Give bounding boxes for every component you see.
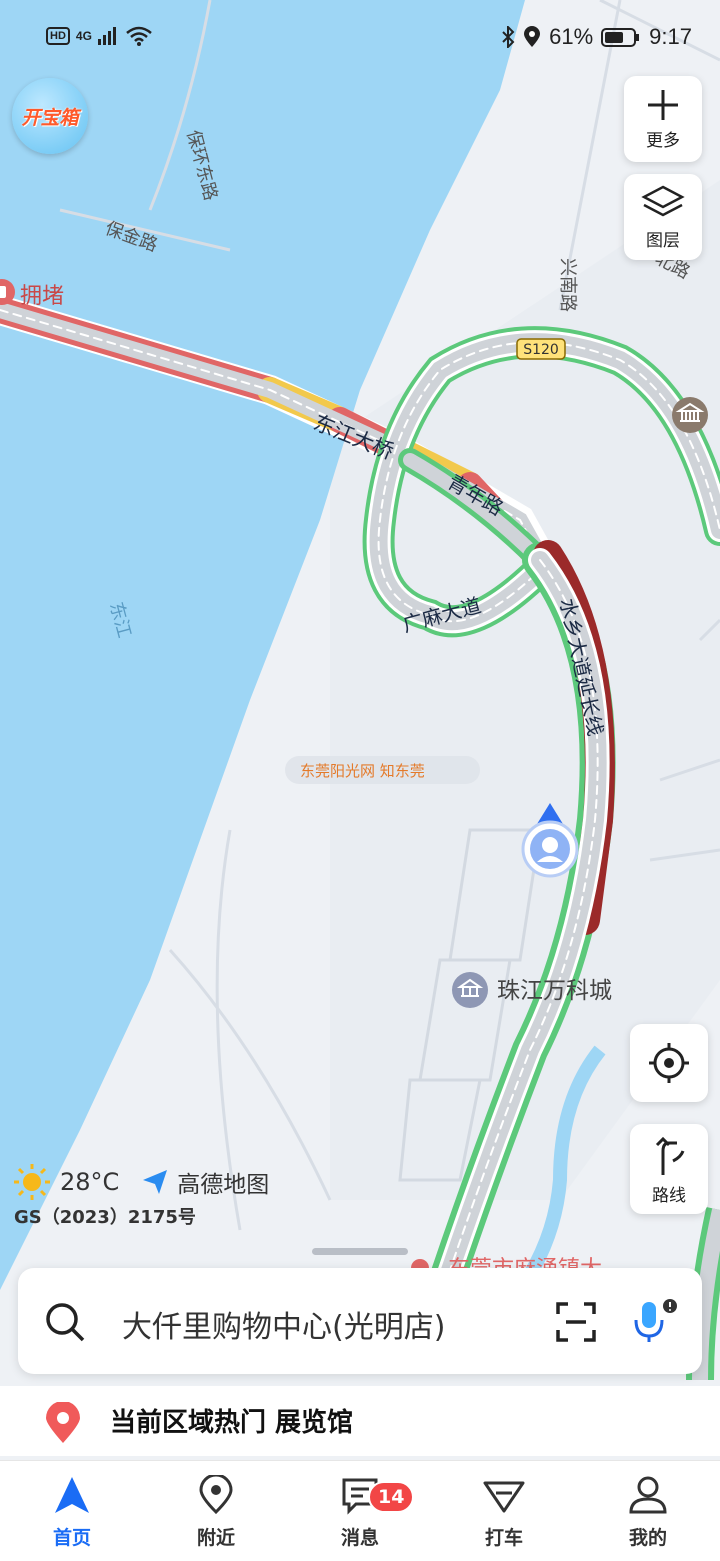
status-bar: HD 4G 61% 9:17 bbox=[0, 22, 720, 58]
tab-messages[interactable]: 消息 14 bbox=[300, 1475, 420, 1550]
treasure-chest-button[interactable]: 开宝箱 bbox=[12, 78, 88, 154]
map-provider: 高德地图 bbox=[177, 1172, 270, 1198]
weather-bar: 28°C 高德地图 bbox=[12, 1162, 269, 1202]
tab-nearby-label: 附近 bbox=[196, 1527, 235, 1549]
highway-label: S120 bbox=[523, 342, 559, 358]
tab-taxi[interactable]: 打车 bbox=[444, 1475, 564, 1550]
treasure-label: 开宝箱 bbox=[21, 106, 79, 129]
navigation-arrow-icon bbox=[55, 1477, 89, 1513]
battery-icon bbox=[601, 28, 640, 47]
tab-nearby[interactable]: 附近 bbox=[156, 1473, 276, 1550]
map-license: GS（2023）2175号 bbox=[14, 1207, 196, 1228]
hot-area-text: 当前区域热门 展览馆 bbox=[110, 1408, 354, 1438]
tab-profile[interactable]: 我的 bbox=[588, 1475, 708, 1550]
sheet-drag-handle[interactable] bbox=[312, 1248, 408, 1255]
more-label: 更多 bbox=[646, 130, 680, 151]
layers-button[interactable]: 图层 bbox=[624, 174, 702, 260]
poi-label[interactable]: 珠江万科城 bbox=[497, 978, 612, 1004]
more-button[interactable]: 更多 bbox=[624, 76, 702, 162]
temperature: 28°C bbox=[60, 1168, 120, 1196]
hd-icon: HD bbox=[46, 27, 70, 45]
location-icon bbox=[524, 26, 541, 47]
route-label: 路线 bbox=[652, 1185, 686, 1206]
plus-icon bbox=[648, 89, 678, 120]
bluetooth-icon bbox=[502, 26, 515, 48]
bottom-tab-bar: 首页 附近 消息 14 打车 我的 bbox=[0, 1460, 720, 1561]
tab-messages-label: 消息 bbox=[340, 1527, 379, 1549]
signal-icon bbox=[97, 27, 116, 45]
locate-button[interactable] bbox=[630, 1024, 708, 1102]
search-bar[interactable]: 大仟里购物中心(光明店) bbox=[18, 1268, 702, 1374]
layers-label: 图层 bbox=[646, 230, 680, 251]
search-icon bbox=[46, 1303, 85, 1342]
scan-icon[interactable] bbox=[556, 1302, 596, 1342]
route-button[interactable]: 路线 bbox=[630, 1124, 708, 1214]
taxi-icon bbox=[483, 1481, 525, 1513]
clock: 9:17 bbox=[649, 24, 692, 49]
tab-profile-label: 我的 bbox=[628, 1527, 667, 1549]
wifi-icon bbox=[126, 26, 152, 46]
location-pin-icon bbox=[199, 1473, 233, 1515]
battery-percent: 61% bbox=[549, 24, 594, 49]
tab-home[interactable]: 首页 bbox=[12, 1475, 132, 1550]
amap-logo-icon bbox=[143, 1170, 168, 1194]
congestion-label: 拥堵 bbox=[20, 284, 64, 309]
tab-home-label: 首页 bbox=[52, 1527, 91, 1549]
route-icon bbox=[655, 1136, 685, 1175]
message-count-badge: 14 bbox=[368, 1481, 415, 1513]
road-label-xingnan: 兴南路 bbox=[557, 258, 578, 312]
network-label: 4G bbox=[75, 29, 92, 43]
watermark-text: 东莞阳光网 知东莞 bbox=[300, 762, 425, 780]
crosshair-icon bbox=[649, 1043, 689, 1083]
tab-taxi-label: 打车 bbox=[484, 1527, 523, 1549]
search-query[interactable]: 大仟里购物中心(光明店) bbox=[122, 1302, 445, 1346]
person-icon bbox=[629, 1476, 667, 1514]
layers-icon bbox=[641, 185, 685, 216]
voice-microphone-icon[interactable] bbox=[632, 1298, 680, 1346]
hot-area-row[interactable]: 当前区域热门 展览馆 bbox=[0, 1386, 720, 1456]
sun-icon bbox=[14, 1164, 50, 1200]
location-pin-icon bbox=[46, 1402, 80, 1443]
